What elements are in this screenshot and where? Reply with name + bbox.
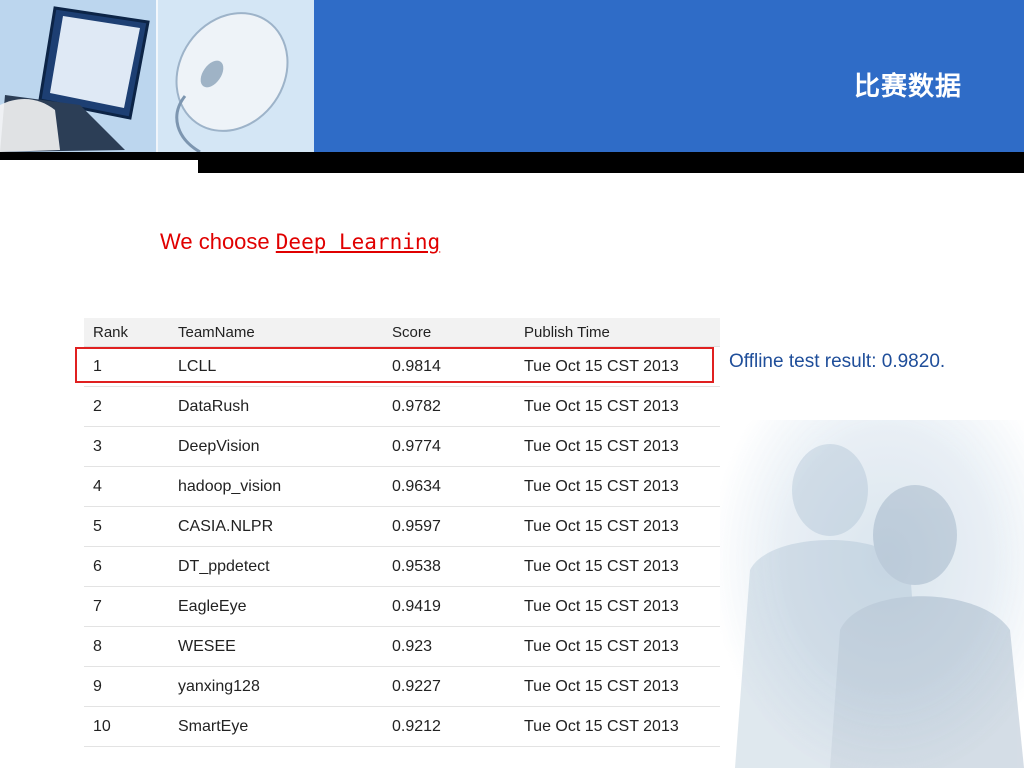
cell-score: 0.9227 bbox=[392, 677, 441, 695]
cell-score: 0.9782 bbox=[392, 397, 441, 415]
cell-time: Tue Oct 15 CST 2013 bbox=[524, 477, 679, 495]
background-people-image bbox=[735, 444, 1024, 768]
cell-time: Tue Oct 15 CST 2013 bbox=[524, 397, 679, 415]
header-underline bbox=[0, 152, 1024, 160]
header-underline-step bbox=[198, 160, 1024, 173]
cell-score: 0.9212 bbox=[392, 717, 441, 735]
subtitle: We choose Deep Learning bbox=[160, 229, 440, 255]
cell-team: SmartEye bbox=[178, 717, 249, 735]
cell-rank: 3 bbox=[93, 437, 102, 455]
table-row: 4 hadoop_vision 0.9634 Tue Oct 15 CST 20… bbox=[84, 467, 720, 507]
leaderboard-table: Rank TeamName Score Publish Time 1 LCLL … bbox=[84, 318, 720, 747]
table-row: 3 DeepVision 0.9774 Tue Oct 15 CST 2013 bbox=[84, 427, 720, 467]
cell-rank: 4 bbox=[93, 477, 102, 495]
cell-rank: 9 bbox=[93, 677, 102, 695]
cell-time: Tue Oct 15 CST 2013 bbox=[524, 597, 679, 615]
cell-time: Tue Oct 15 CST 2013 bbox=[524, 637, 679, 655]
cell-time: Tue Oct 15 CST 2013 bbox=[524, 717, 679, 735]
cell-score: 0.9634 bbox=[392, 477, 441, 495]
column-header-teamname: TeamName bbox=[178, 323, 255, 341]
cell-time: Tue Oct 15 CST 2013 bbox=[524, 557, 679, 575]
cell-score: 0.9538 bbox=[392, 557, 441, 575]
cell-score: 0.9814 bbox=[392, 357, 441, 375]
cell-score: 0.9774 bbox=[392, 437, 441, 455]
cell-team: DataRush bbox=[178, 397, 250, 415]
cell-team: hadoop_vision bbox=[178, 477, 282, 495]
cell-rank: 5 bbox=[93, 517, 102, 535]
cell-team: yanxing128 bbox=[178, 677, 260, 695]
cell-score: 0.9419 bbox=[392, 597, 441, 615]
cell-time: Tue Oct 15 CST 2013 bbox=[524, 517, 679, 535]
cell-rank: 6 bbox=[93, 557, 102, 575]
background-people-photo bbox=[720, 420, 1024, 768]
table-row: 2 DataRush 0.9782 Tue Oct 15 CST 2013 bbox=[84, 387, 720, 427]
cell-team: LCLL bbox=[178, 357, 217, 375]
cell-score: 0.923 bbox=[392, 637, 433, 655]
cell-team: DeepVision bbox=[178, 437, 260, 455]
subtitle-link[interactable]: Deep Learning bbox=[276, 230, 440, 254]
table-row: 5 CASIA.NLPR 0.9597 Tue Oct 15 CST 2013 bbox=[84, 507, 720, 547]
cell-time: Tue Oct 15 CST 2013 bbox=[524, 677, 679, 695]
cell-time: Tue Oct 15 CST 2013 bbox=[524, 357, 679, 375]
table-row: 9 yanxing128 0.9227 Tue Oct 15 CST 2013 bbox=[84, 667, 720, 707]
column-header-publish-time: Publish Time bbox=[524, 323, 610, 341]
cell-team: DT_ppdetect bbox=[178, 557, 270, 575]
offline-result-note: Offline test result: 0.9820. bbox=[729, 351, 946, 372]
table-row: 1 LCLL 0.9814 Tue Oct 15 CST 2013 bbox=[84, 347, 720, 387]
cell-team: WESEE bbox=[178, 637, 236, 655]
table-row: 6 DT_ppdetect 0.9538 Tue Oct 15 CST 2013 bbox=[84, 547, 720, 587]
cell-rank: 7 bbox=[93, 597, 102, 615]
cell-rank: 10 bbox=[93, 717, 111, 735]
table-row: 8 WESEE 0.923 Tue Oct 15 CST 2013 bbox=[84, 627, 720, 667]
cell-time: Tue Oct 15 CST 2013 bbox=[524, 437, 679, 455]
cell-team: CASIA.NLPR bbox=[178, 517, 274, 535]
table-header: Rank TeamName Score Publish Time bbox=[84, 318, 720, 347]
table-row: 7 EagleEye 0.9419 Tue Oct 15 CST 2013 bbox=[84, 587, 720, 627]
page-title: 比赛数据 bbox=[853, 72, 962, 102]
cell-team: EagleEye bbox=[178, 597, 247, 615]
table-row: 10 SmartEye 0.9212 Tue Oct 15 CST 2013 bbox=[84, 707, 720, 747]
cell-rank: 2 bbox=[93, 397, 102, 415]
subtitle-prefix: We choose bbox=[160, 229, 276, 254]
cell-rank: 8 bbox=[93, 637, 102, 655]
column-header-rank: Rank bbox=[93, 323, 129, 341]
photo-divider bbox=[156, 0, 158, 152]
cell-score: 0.9597 bbox=[392, 517, 441, 535]
cell-rank: 1 bbox=[93, 357, 102, 375]
column-header-score: Score bbox=[392, 323, 432, 341]
